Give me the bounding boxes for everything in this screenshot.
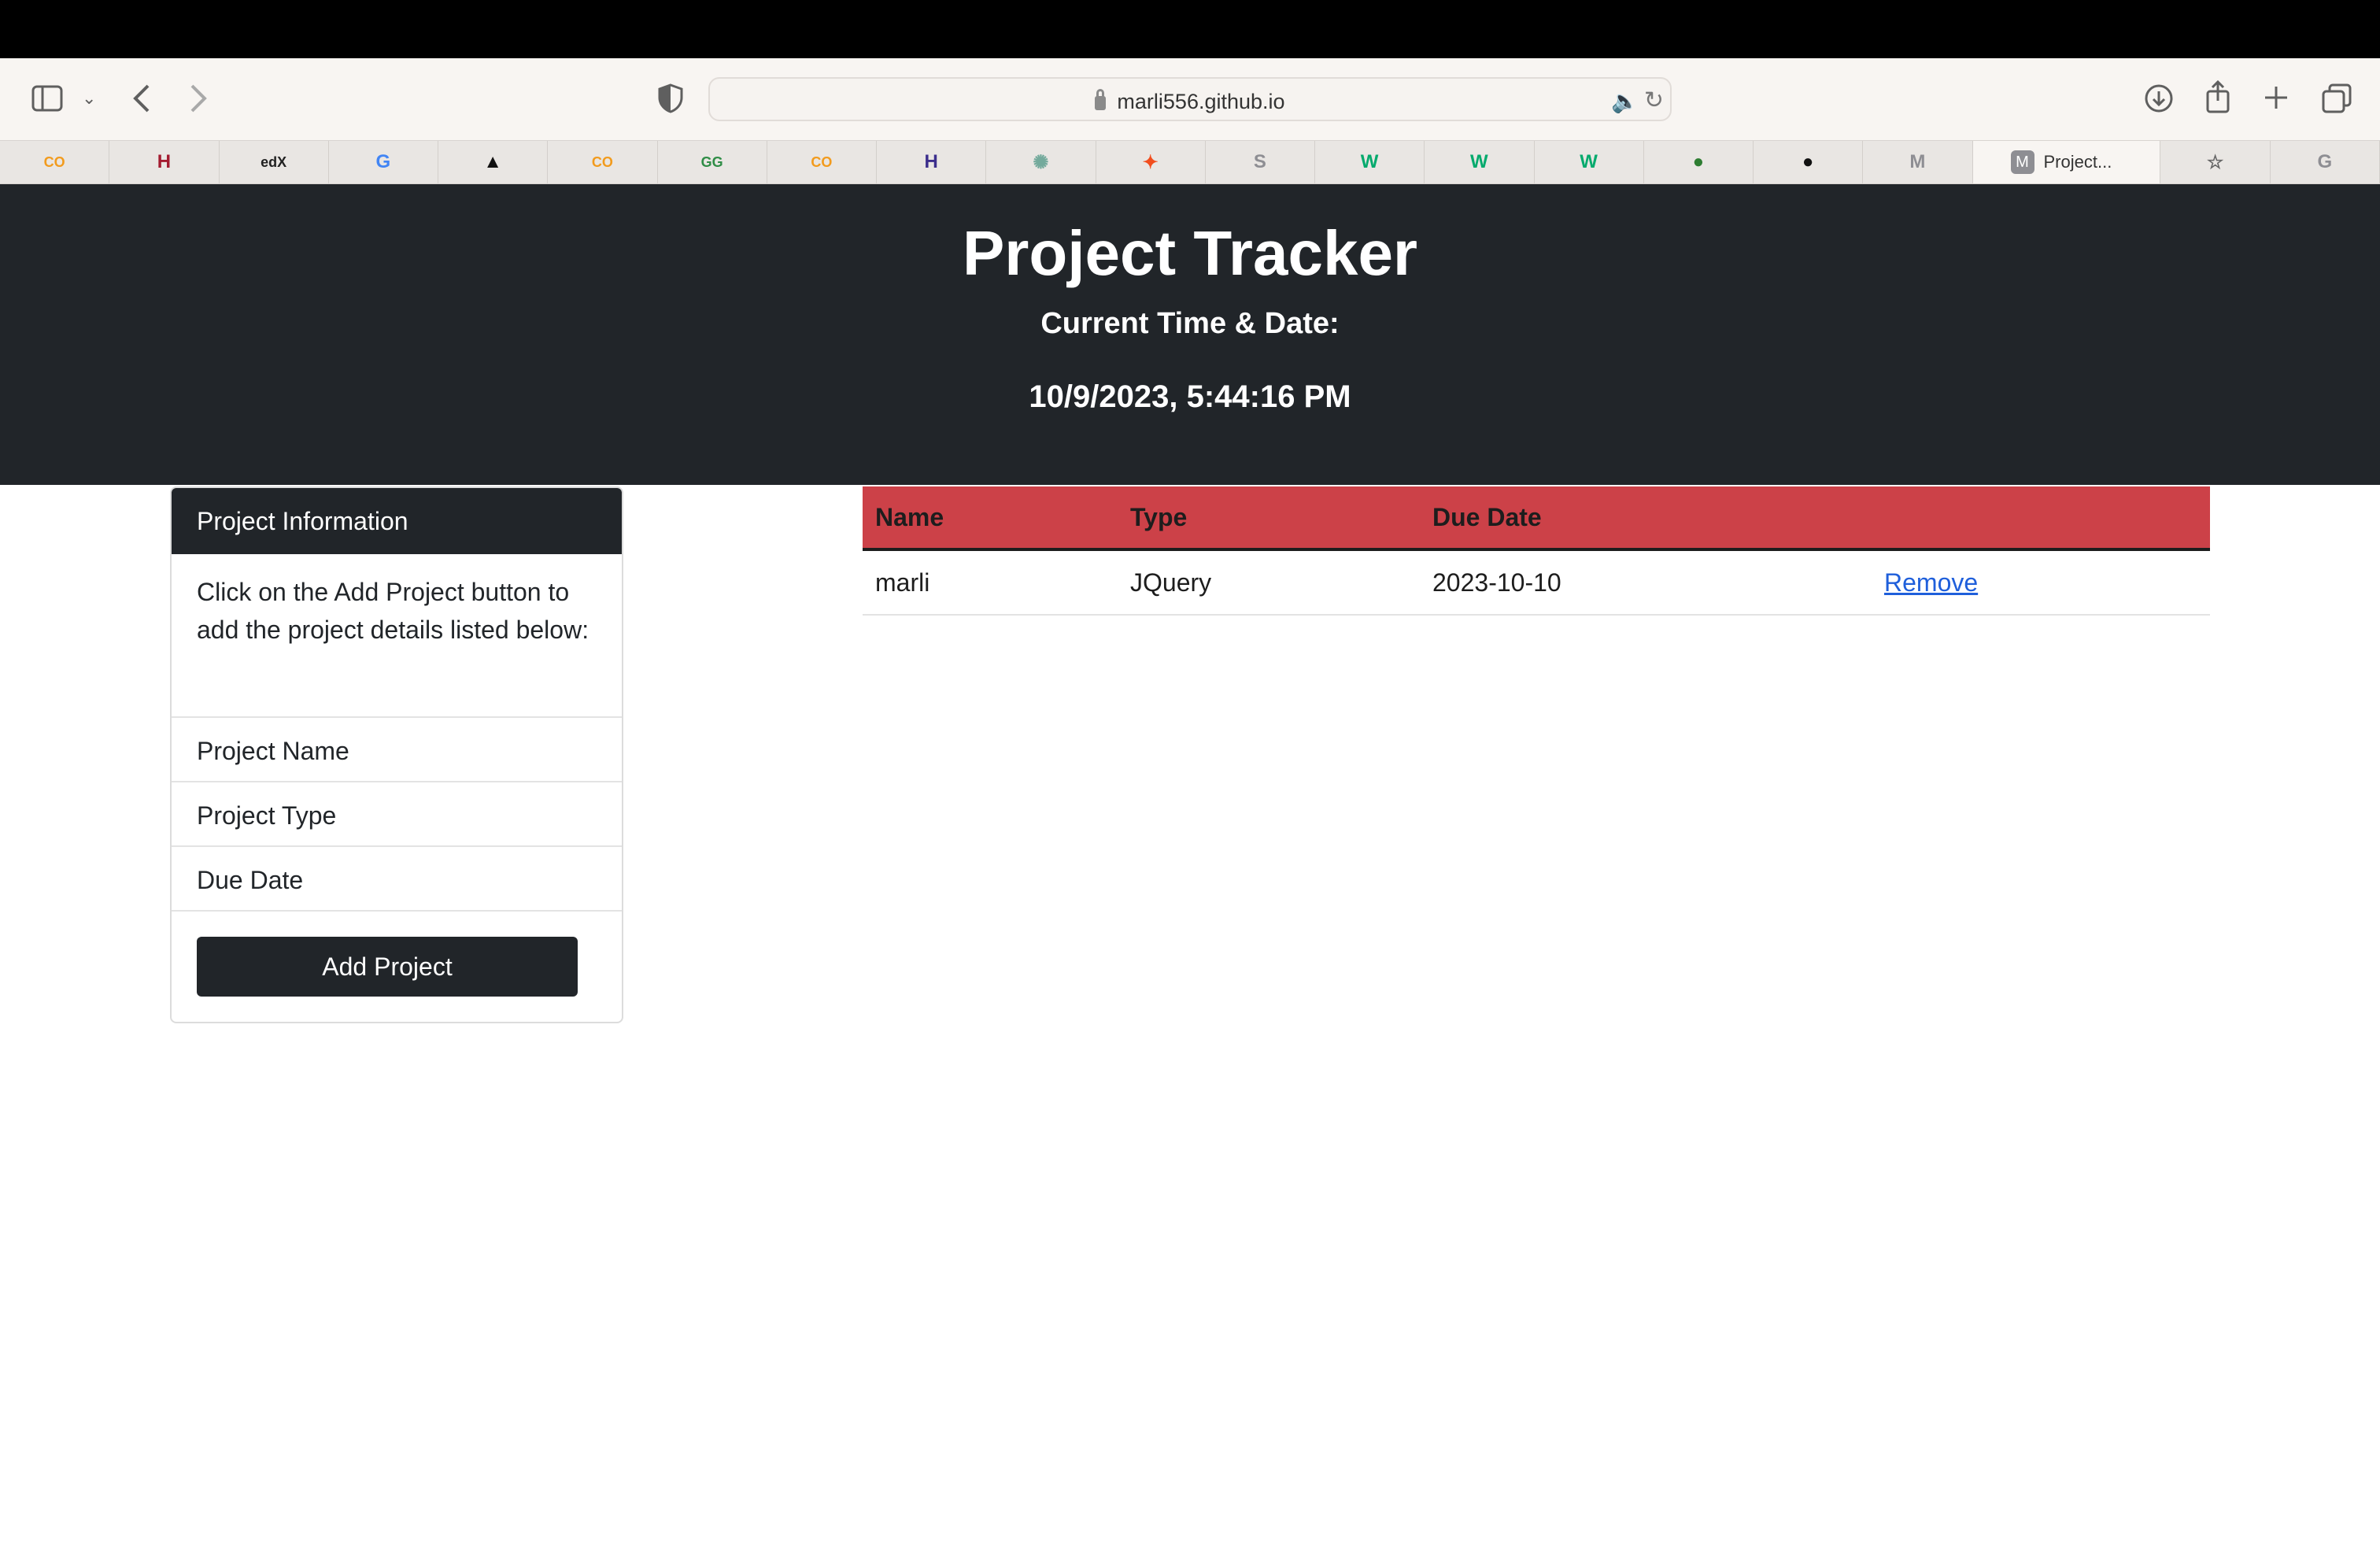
tab[interactable]: H <box>877 141 987 183</box>
tab-bar: CO HedX G ▲ CO GG CO H ✺ ✦ S W W W ● ● M M Project... ☆ G <box>0 140 2380 184</box>
tab-overview-icon[interactable] <box>2322 83 2352 113</box>
new-tab-icon[interactable] <box>2264 85 2289 110</box>
column-header-due-date: Due Date <box>1432 502 1542 531</box>
google-icon: G <box>375 151 391 172</box>
tab[interactable]: W <box>1425 141 1535 183</box>
column-header-type: Type <box>1130 502 1188 531</box>
tab[interactable]: CO <box>0 141 110 183</box>
tab[interactable]: G <box>2271 141 2380 183</box>
tab[interactable]: G <box>329 141 438 183</box>
share-icon[interactable] <box>2205 80 2230 113</box>
tab[interactable]: S <box>1206 141 1315 183</box>
colab-icon: CO <box>43 153 65 170</box>
tab[interactable]: CO <box>767 141 877 183</box>
w3schools-icon: W <box>1360 151 1379 172</box>
list-item-project-name: Project Name <box>172 718 622 782</box>
tab[interactable]: ☆ <box>2160 141 2271 183</box>
project-table: Name Type Due Date marli JQuery 2023-10-… <box>863 486 2210 616</box>
star-icon: ☆ <box>2206 151 2224 173</box>
current-time: 10/9/2023, 5:44:16 PM <box>1029 379 1351 414</box>
dark-app-icon: ▲ <box>483 151 502 172</box>
time-label: Current Time & Date: <box>1040 307 1340 340</box>
github-icon: ● <box>1802 151 1814 172</box>
url-text: marli556.github.io <box>1117 90 1285 113</box>
cell-name: marli <box>875 568 930 597</box>
hackerrank-icon: H <box>924 151 938 172</box>
tab[interactable]: M <box>1863 141 1973 183</box>
list-item-project-type: Project Type <box>172 782 622 847</box>
menu-bar <box>0 0 2380 58</box>
back-icon[interactable] <box>132 83 151 113</box>
chatgpt-icon: ✺ <box>1033 151 1049 173</box>
tab[interactable]: ✦ <box>1096 141 1206 183</box>
remove-link[interactable]: Remove <box>1884 568 1978 597</box>
tab[interactable]: ✺ <box>986 141 1096 183</box>
edx-icon: edX <box>261 153 287 170</box>
harvard-icon: H <box>157 151 172 172</box>
tab[interactable]: GG <box>658 141 767 183</box>
browser-toolbar: ⌄ marli556.github.io 🔈 ↻ <box>0 58 2380 140</box>
page-header: Project Tracker Current Time & Date: 10/… <box>0 184 2380 485</box>
tab[interactable]: ▲ <box>438 141 549 183</box>
column-header-name: Name <box>875 502 944 531</box>
s-icon: S <box>1253 151 1266 172</box>
cell-due-date: 2023-10-10 <box>1432 568 1561 597</box>
lock-icon <box>1095 89 1107 110</box>
table-header: Name Type Due Date <box>863 486 2210 551</box>
table-row: marli JQuery 2023-10-10 Remove <box>863 551 2210 616</box>
forward-icon[interactable] <box>189 83 208 113</box>
g-icon: G <box>2317 151 2333 172</box>
tab[interactable]: CO <box>548 141 658 183</box>
page-title: Project Tracker <box>962 218 1418 288</box>
tab-active[interactable]: M Project... <box>1972 141 2161 183</box>
tab[interactable]: W <box>1315 141 1425 183</box>
colab-icon: CO <box>811 153 833 170</box>
list-item-due-date: Due Date <box>172 847 622 912</box>
speaker-icon[interactable]: 🔈 <box>1611 88 1639 114</box>
download-icon[interactable] <box>2144 83 2174 113</box>
m-icon: M <box>2010 150 2034 174</box>
card-instructions: Click on the Add Project button to add t… <box>172 554 622 718</box>
geeksforgeeks-icon: GG <box>700 153 723 170</box>
colab-icon: CO <box>591 153 613 170</box>
reload-icon[interactable]: ↻ <box>1644 87 1664 114</box>
m-icon: M <box>1909 151 1926 172</box>
add-project-button[interactable]: Add Project <box>197 937 578 997</box>
active-tab-label: Project... <box>2043 152 2112 172</box>
tab[interactable]: edX <box>220 141 329 183</box>
figma-icon: ✦ <box>1142 151 1159 173</box>
tab[interactable]: H <box>109 141 220 183</box>
chevron-down-icon[interactable]: ⌄ <box>82 90 96 107</box>
address-bar[interactable]: marli556.github.io 🔈 ↻ <box>708 77 1672 121</box>
card-header: Project Information <box>172 488 622 554</box>
privacy-shield-icon[interactable] <box>658 83 683 113</box>
project-info-card: Project Information Click on the Add Pro… <box>170 486 623 1023</box>
sidebar-toggle-icon[interactable] <box>31 85 63 112</box>
w3schools-icon: W <box>1580 151 1598 172</box>
circle-app-icon: ● <box>1692 151 1705 172</box>
tab[interactable]: W <box>1535 141 1644 183</box>
w3schools-icon: W <box>1470 151 1488 172</box>
tab[interactable]: ● <box>1754 141 1864 183</box>
tab[interactable]: ● <box>1644 141 1754 183</box>
cell-type: JQuery <box>1130 568 1212 597</box>
